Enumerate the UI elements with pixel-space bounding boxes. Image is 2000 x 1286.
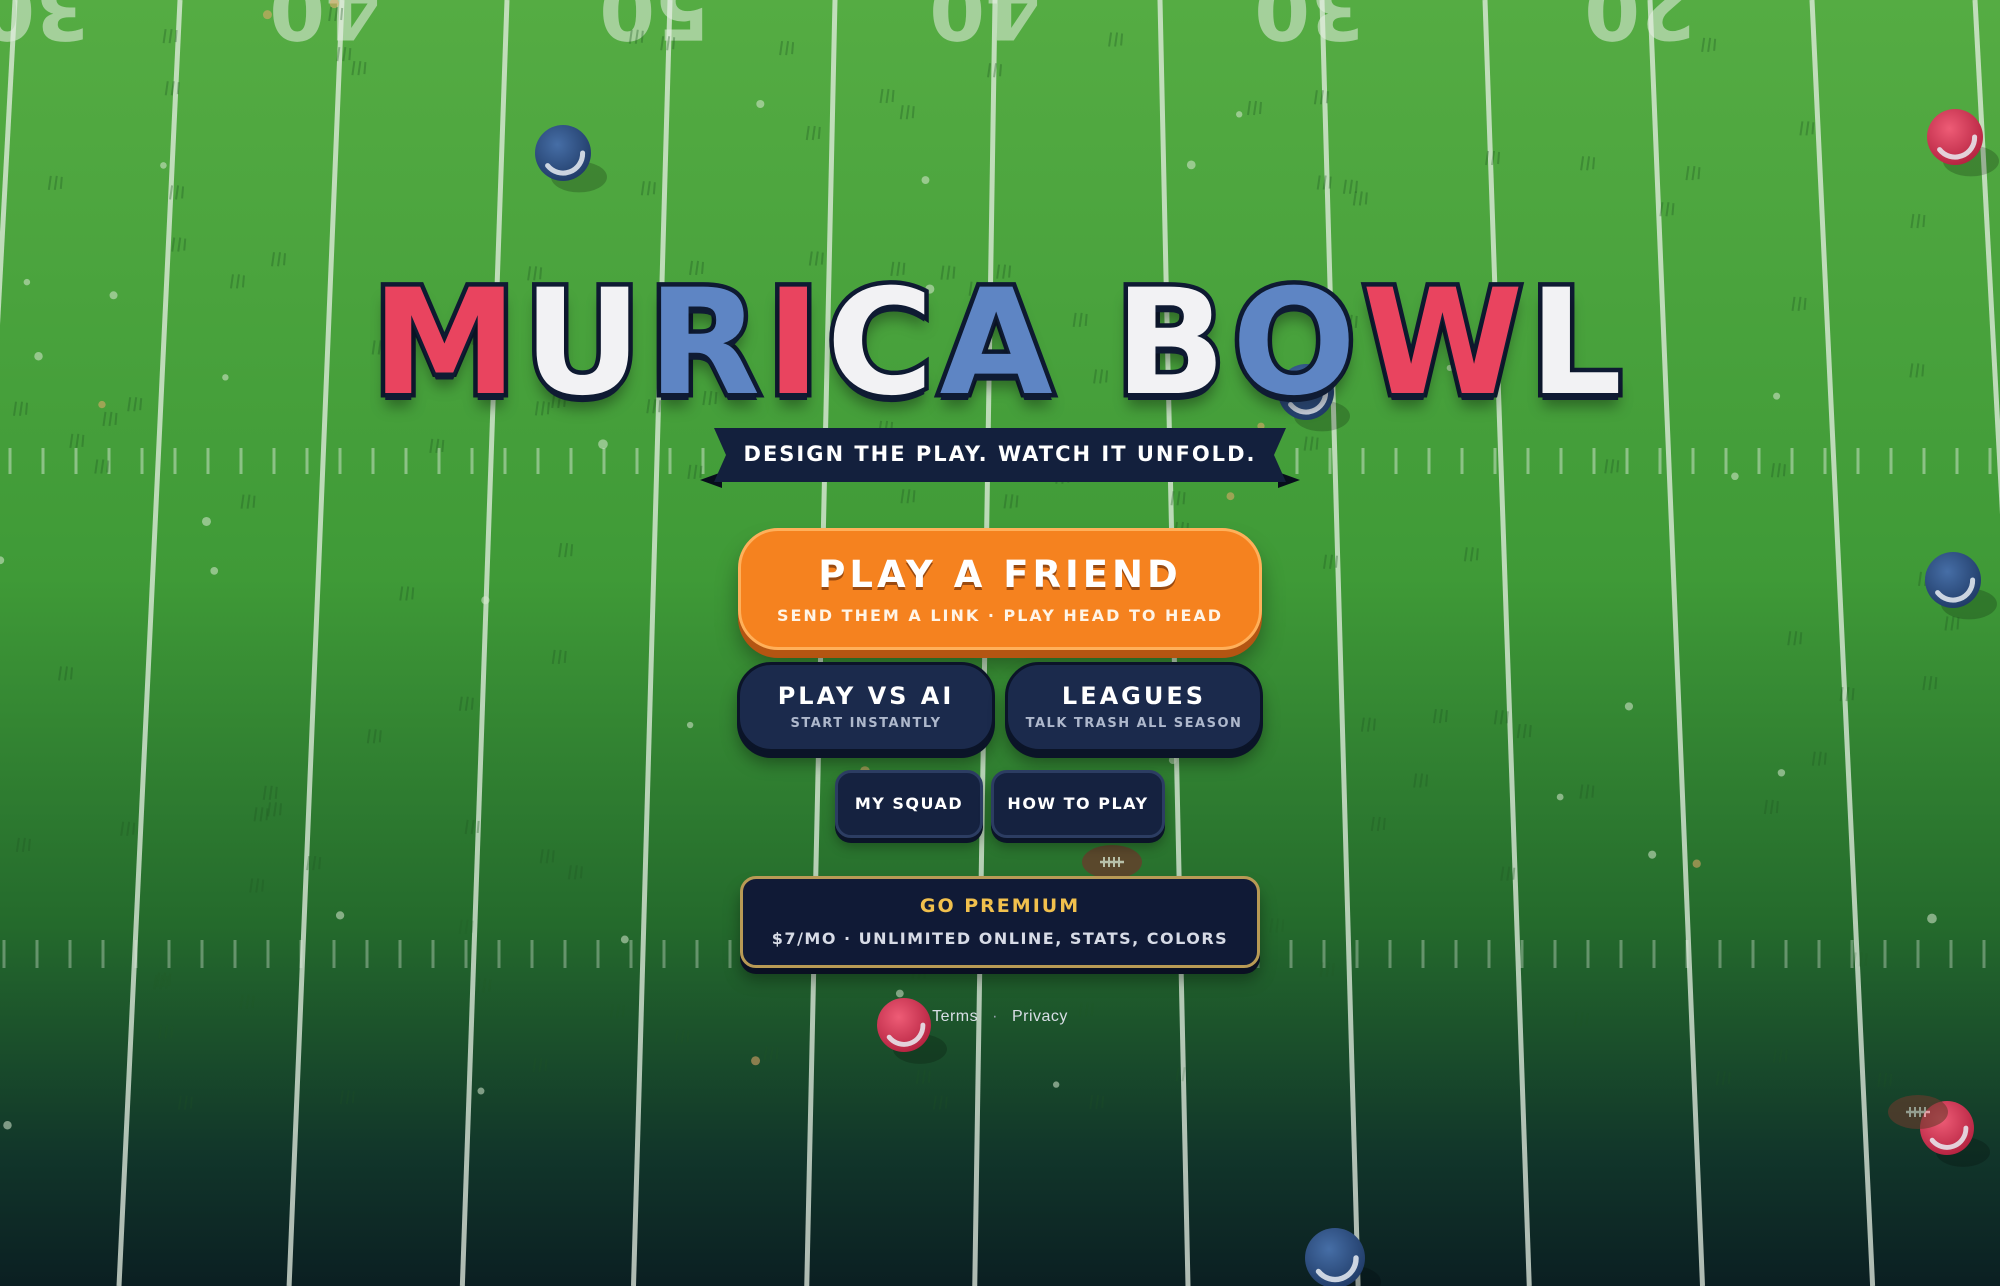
how-to-play-button[interactable]: HOW TO PLAY (991, 770, 1165, 838)
tagline-text: DESIGN THE PLAY. WATCH IT UNFOLD. (743, 442, 1257, 466)
my-squad-button[interactable]: MY SQUAD (835, 770, 983, 838)
play-a-friend-button[interactable]: PLAY A FRIEND SEND THEM A LINK · PLAY HE… (738, 528, 1262, 650)
privacy-link[interactable]: Privacy (1012, 1008, 1068, 1025)
how-to-play-label: HOW TO PLAY (1007, 794, 1149, 813)
leagues-button[interactable]: LEAGUES TALK TRASH ALL SEASON (1005, 662, 1263, 752)
terms-link[interactable]: Terms (932, 1008, 978, 1025)
play-vs-ai-sublabel: START INSTANTLY (790, 716, 942, 731)
leagues-sublabel: TALK TRASH ALL SEASON (1025, 716, 1243, 731)
play-vs-ai-label: PLAY VS AI (777, 682, 955, 710)
title-letter: A (935, 258, 1059, 428)
title-letter: I (762, 258, 827, 428)
footer-separator: · (992, 1008, 998, 1025)
title-letter: L (1525, 258, 1629, 428)
title-letter: U (519, 258, 648, 428)
play-a-friend-sublabel: SEND THEM A LINK · PLAY HEAD TO HEAD (776, 606, 1224, 625)
title-letter: B (1110, 258, 1232, 428)
title-letter: O (1227, 258, 1363, 428)
title-letter: W (1358, 258, 1530, 428)
game-title-wrap: MURICA BOWL (0, 258, 2000, 428)
go-premium-button[interactable]: GO PREMIUM $7/MO · UNLIMITED ONLINE, STA… (740, 876, 1260, 968)
play-vs-ai-button[interactable]: PLAY VS AI START INSTANTLY (737, 662, 995, 752)
leagues-label: LEAGUES (1061, 682, 1207, 710)
footer-links: Terms · Privacy (0, 1008, 2000, 1026)
go-premium-label: GO PREMIUM (919, 895, 1081, 917)
tagline-banner: DESIGN THE PLAY. WATCH IT UNFOLD. (700, 426, 1300, 496)
my-squad-label: MY SQUAD (854, 794, 964, 813)
title-letter: M (367, 258, 524, 428)
title-letter: R (643, 258, 767, 428)
play-a-friend-label: PLAY A FRIEND (818, 553, 1182, 596)
title-letter: C (822, 258, 940, 428)
go-premium-sublabel: $7/MO · UNLIMITED ONLINE, STATS, COLORS (771, 929, 1229, 948)
game-title: MURICA BOWL (367, 258, 1629, 428)
